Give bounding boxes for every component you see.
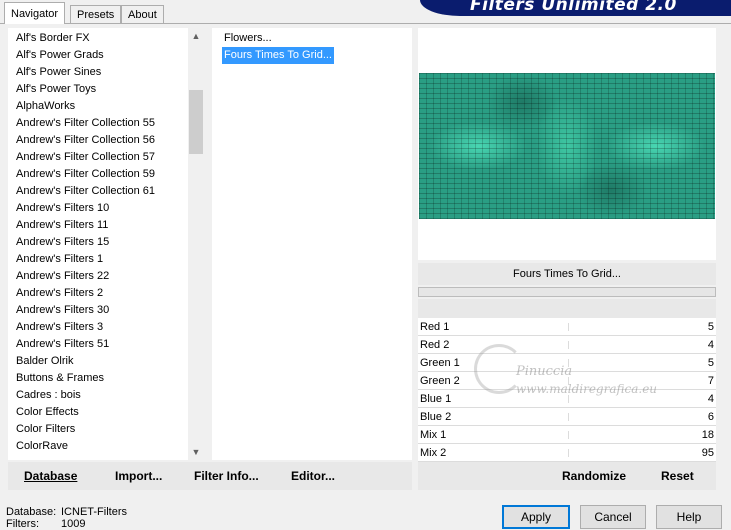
slider-value: 4 [707, 339, 714, 351]
help-button[interactable]: Help [656, 505, 722, 529]
slider-label: Red 2 [420, 339, 450, 351]
category-item[interactable]: Andrew's Filter Collection 59 [16, 166, 155, 183]
filter-controls: Red 1 5 Red 2 4 Green 1 5 Green 2 7 Blue… [418, 299, 716, 462]
category-item[interactable]: Alf's Power Toys [16, 81, 96, 98]
category-item[interactable]: Color Effects [16, 404, 79, 421]
preview-image [419, 73, 715, 219]
slider-red-2[interactable]: Red 2 4 [418, 336, 716, 354]
tab-about[interactable]: About [121, 5, 164, 23]
left-toolbar: Database Import... Filter Info... Editor… [8, 462, 412, 490]
editor-button[interactable]: Editor... [291, 469, 335, 483]
randomize-button[interactable]: Randomize [562, 469, 626, 483]
slider-label: Mix 1 [420, 429, 447, 441]
progress-bar [418, 287, 716, 297]
category-item[interactable]: Alf's Border FX [16, 30, 90, 47]
slider-label: Green 1 [420, 357, 460, 369]
category-item[interactable]: Andrew's Filters 2 [16, 285, 103, 302]
slider-green-1[interactable]: Green 1 5 [418, 354, 716, 372]
scroll-up-icon[interactable]: ▲ [188, 28, 204, 44]
apply-button[interactable]: Apply [502, 505, 570, 529]
banner: Filters Unlimited 2.0 [420, 0, 731, 16]
category-item[interactable]: Andrew's Filters 51 [16, 336, 109, 353]
slider-tick [568, 413, 569, 421]
category-item[interactable]: AlphaWorks [16, 98, 75, 115]
tab-divider [0, 23, 731, 24]
slider-label: Green 2 [420, 375, 460, 387]
slider-mix-1[interactable]: Mix 1 18 [418, 426, 716, 444]
category-item[interactable]: Cadres : bois [16, 387, 81, 404]
slider-tick [568, 449, 569, 457]
database-button[interactable]: Database [24, 469, 77, 483]
slider-tick [568, 395, 569, 403]
category-item[interactable]: Andrew's Filters 1 [16, 251, 103, 268]
banner-title: Filters Unlimited 2.0 [470, 0, 677, 15]
slider-label: Blue 1 [420, 393, 452, 405]
filter-item[interactable]: Flowers... [222, 30, 274, 47]
slider-green-2[interactable]: Green 2 7 [418, 372, 716, 390]
slider-value: 7 [707, 375, 714, 387]
category-item[interactable]: Andrew's Filters 3 [16, 319, 103, 336]
preview-panel [418, 28, 716, 260]
status-filters-value: 1009 [61, 518, 86, 530]
slider-mix-2[interactable]: Mix 2 95 [418, 444, 716, 462]
slider-tick [568, 431, 569, 439]
slider-blue-2[interactable]: Blue 2 6 [418, 408, 716, 426]
slider-tick [568, 323, 569, 331]
category-item[interactable]: ColorRave [16, 438, 68, 455]
tab-presets[interactable]: Presets [70, 5, 122, 23]
slider-tick [568, 359, 569, 367]
slider-value: 5 [707, 321, 714, 333]
status-filters-label: Filters: [6, 518, 39, 530]
selected-filter-name: Fours Times To Grid... [418, 263, 716, 285]
slider-label: Red 1 [420, 321, 450, 333]
category-item[interactable]: Balder Olrik [16, 353, 73, 370]
category-item[interactable]: Andrew's Filters 30 [16, 302, 109, 319]
status-database-label: Database: [6, 506, 57, 518]
cancel-button[interactable]: Cancel [580, 505, 646, 529]
slider-tick [568, 377, 569, 385]
category-item[interactable]: Buttons & Frames [16, 370, 104, 387]
slider-label: Blue 2 [420, 411, 452, 423]
category-item[interactable]: Andrew's Filter Collection 57 [16, 149, 155, 166]
filter-item-selected[interactable]: Fours Times To Grid... [222, 47, 334, 64]
category-item[interactable]: Alf's Power Sines [16, 64, 101, 81]
right-toolbar: Randomize Reset [418, 462, 716, 490]
category-item[interactable]: Alf's Power Grads [16, 47, 104, 64]
slider-value: 5 [707, 357, 714, 369]
slider-value: 6 [707, 411, 714, 423]
category-item[interactable]: Andrew's Filters 11 [16, 217, 108, 234]
import-button[interactable]: Import... [115, 469, 162, 483]
category-item[interactable]: Andrew's Filter Collection 55 [16, 115, 155, 132]
status-database-value: ICNET-Filters [61, 506, 127, 518]
scroll-down-icon[interactable]: ▼ [188, 444, 204, 460]
filter-info-button[interactable]: Filter Info... [194, 469, 259, 483]
filter-list[interactable]: Flowers... Fours Times To Grid... [212, 28, 412, 460]
category-scrollbar[interactable]: ▲ ▼ [188, 28, 204, 460]
slider-value: 18 [701, 429, 714, 441]
slider-tick [568, 341, 569, 349]
category-item[interactable]: Andrew's Filter Collection 56 [16, 132, 155, 149]
tab-navigator[interactable]: Navigator [4, 2, 66, 24]
category-item[interactable]: Andrew's Filter Collection 61 [16, 183, 155, 200]
slider-label: Mix 2 [420, 447, 447, 459]
category-item[interactable]: Andrew's Filters 15 [16, 234, 109, 251]
category-item[interactable]: Andrew's Filters 10 [16, 200, 109, 217]
category-item[interactable]: Color Filters [16, 421, 75, 438]
scrollbar-thumb[interactable] [189, 90, 203, 154]
category-item[interactable]: Andrew's Filters 22 [16, 268, 109, 285]
slider-value: 95 [701, 447, 714, 459]
slider-red-1[interactable]: Red 1 5 [418, 318, 716, 336]
slider-value: 4 [707, 393, 714, 405]
category-list[interactable]: Alf's Border FX Alf's Power Grads Alf's … [8, 28, 204, 460]
slider-blue-1[interactable]: Blue 1 4 [418, 390, 716, 408]
reset-button[interactable]: Reset [661, 469, 694, 483]
